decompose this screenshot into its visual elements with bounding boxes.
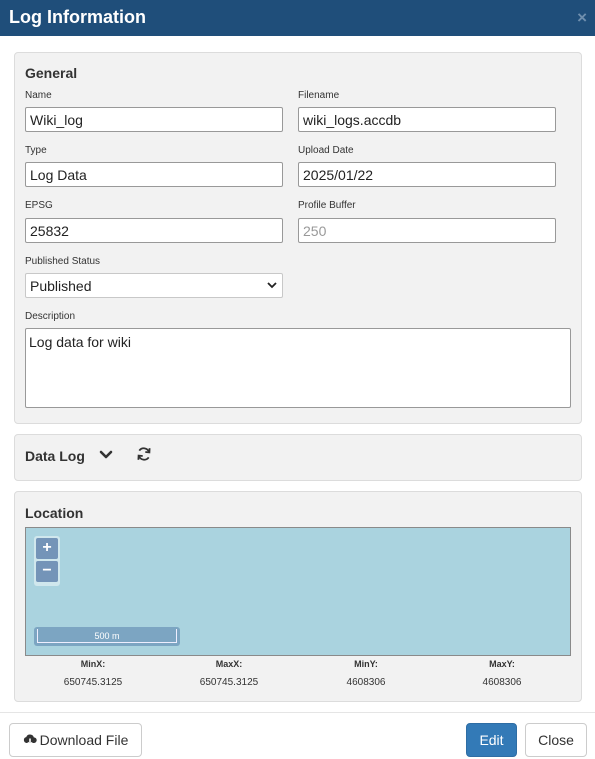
general-heading: General [25,65,78,81]
filename-input[interactable] [298,107,556,132]
miny-value: 4608306 [346,677,386,688]
maxy-label: MaxY: [489,659,515,669]
miny-label: MinY: [354,659,378,669]
published-status-select[interactable]: Published [25,273,283,298]
filename-label: Filename [298,90,340,101]
edit-button[interactable]: Edit [466,723,517,757]
published-status-value: Published [30,278,92,294]
profile-buffer-input[interactable] [298,218,556,243]
minx-label: MinX: [80,659,106,669]
scale-label: 500 m [37,629,177,643]
zoom-in-button[interactable]: + [36,538,58,559]
upload-date-input[interactable] [298,162,556,187]
upload-date-label: Upload Date [298,145,354,156]
type-input[interactable] [25,162,283,187]
profile-buffer-label: Profile Buffer [298,200,356,211]
zoom-controls: + − [34,536,60,586]
chevron-down-icon[interactable] [99,448,113,462]
data-log-heading: Data Log [25,448,85,464]
zoom-out-button[interactable]: − [36,561,58,582]
refresh-icon[interactable] [136,446,152,462]
footer-divider [0,712,595,713]
scale-bar: 500 m [34,627,180,646]
close-icon[interactable]: × [577,8,587,28]
published-status-label: Published Status [25,256,101,267]
maxx-value: 650745.3125 [199,677,259,688]
dialog-title: Log Information [9,7,146,27]
download-file-label: Download File [39,732,129,748]
close-button[interactable]: Close [525,723,587,757]
location-panel: Location + − 500 m MinX: MaxX: MinY: Max… [14,491,582,702]
chevron-down-icon [267,282,277,289]
location-heading: Location [25,505,84,521]
epsg-label: EPSG [25,200,53,211]
cloud-download-icon [23,734,37,746]
epsg-input[interactable] [25,218,283,243]
dialog-header: Log Information × [0,0,595,36]
name-label: Name [25,90,52,101]
maxx-label: MaxX: [215,659,243,669]
data-log-panel: Data Log [14,434,582,481]
download-file-button[interactable]: Download File [9,723,142,757]
minx-value: 650745.3125 [63,677,123,688]
location-map[interactable]: + − 500 m [25,527,571,656]
type-label: Type [25,145,47,156]
name-input[interactable] [25,107,283,132]
description-label: Description [25,311,76,322]
general-panel: General Name Filename Type Upload Date E… [14,52,582,424]
description-textarea[interactable]: Log data for wiki [25,328,571,408]
maxy-value: 4608306 [482,677,522,688]
